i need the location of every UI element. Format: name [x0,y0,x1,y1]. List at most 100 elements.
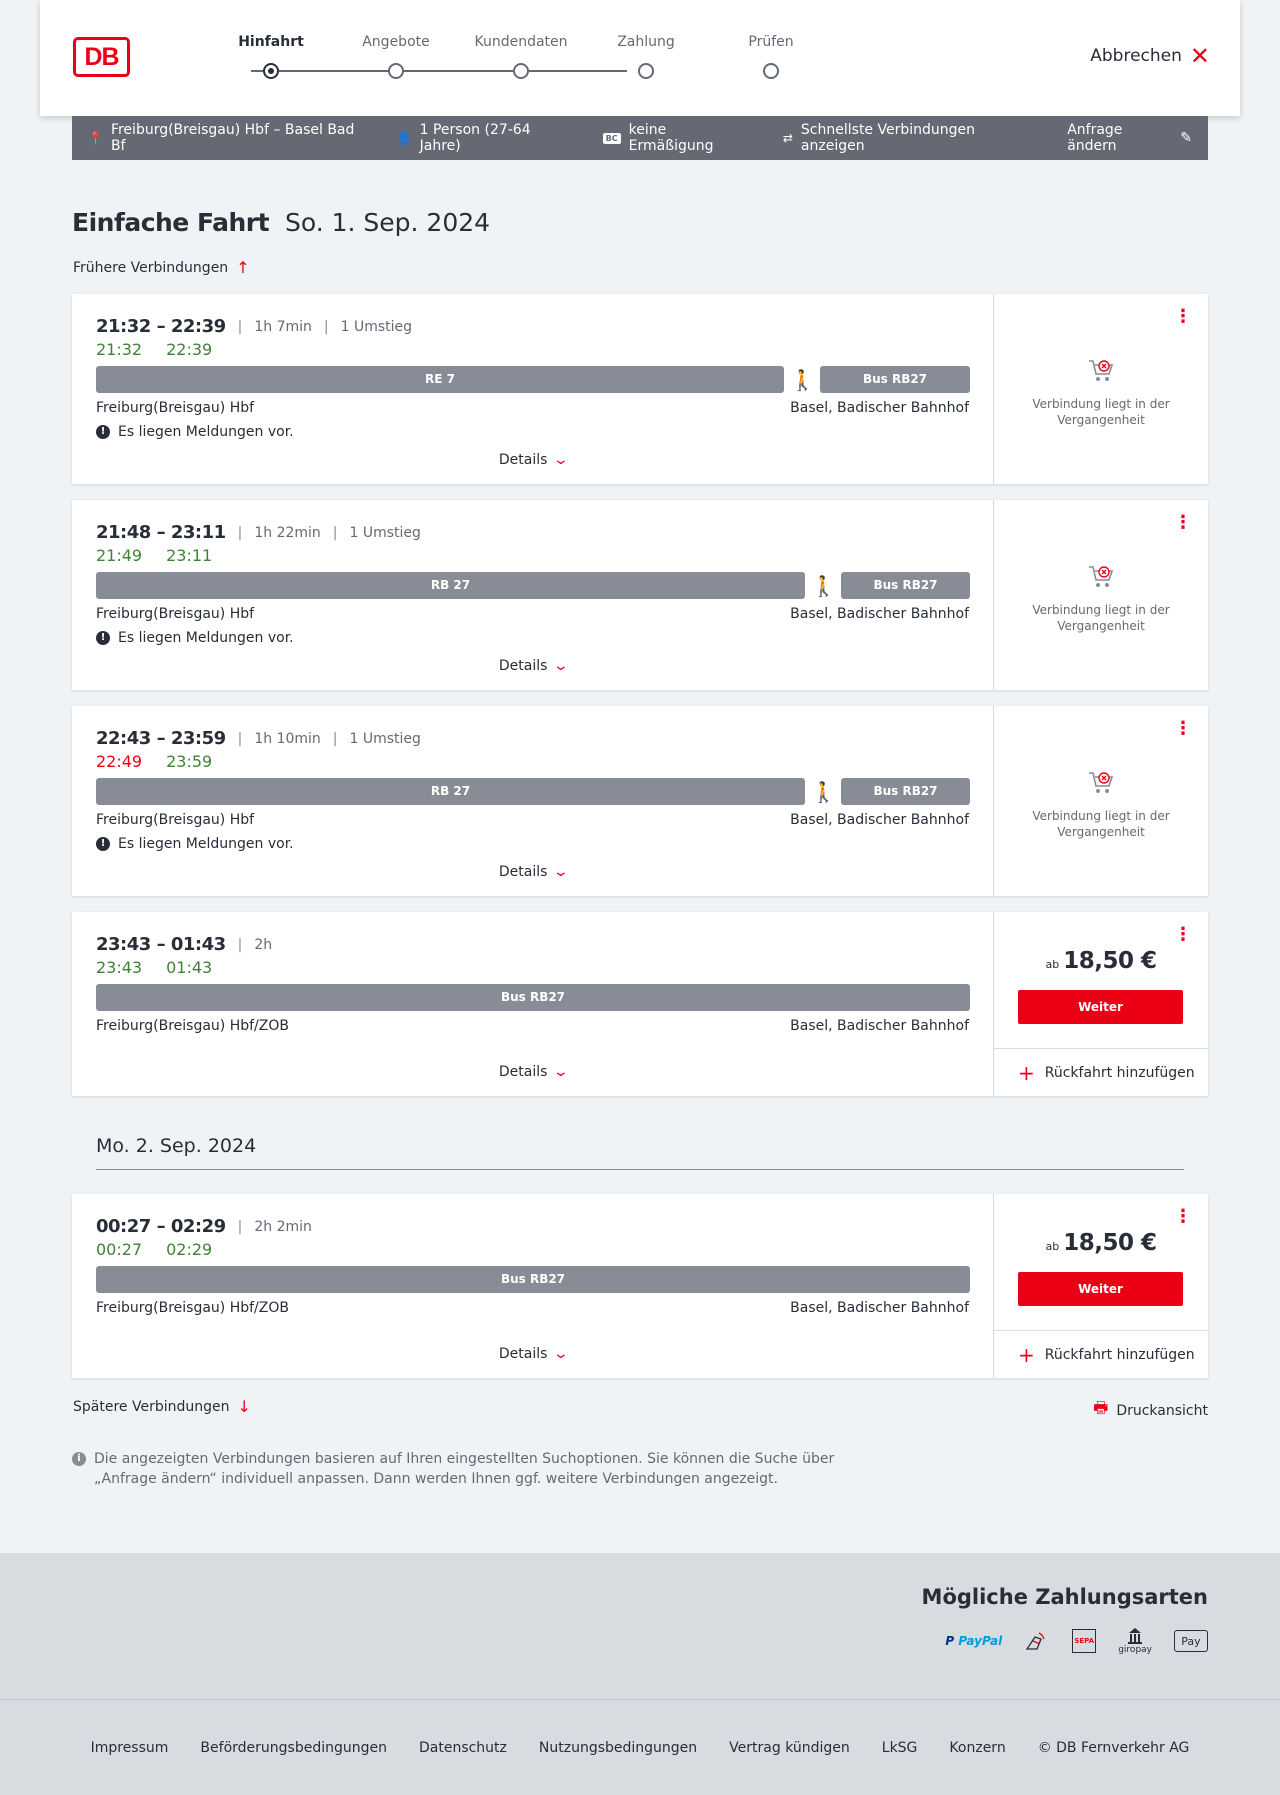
price-prefix: ab [1045,1240,1060,1253]
planned-times: 21:32 – 22:39 [96,316,226,337]
step-dot [388,63,404,79]
db-logo[interactable]: DB [73,37,130,77]
connection-times: 00:27 – 02:29 | 2h 2min [96,1216,312,1237]
continue-button[interactable]: Weiter [1018,990,1183,1024]
connection-main: 21:32 – 22:39 | 1h 7min | 1 Umstieg 21:3… [72,294,994,484]
connection-times: 21:48 – 23:11 | 1h 22min | 1 Umstieg [96,522,421,543]
footer-link-vertrag-kuendigen[interactable]: Vertrag kündigen [729,1740,850,1756]
info-note: i Die angezeigten Verbindungen basieren … [72,1449,852,1489]
later-connections-link[interactable]: Spätere Verbindungen ↓ [73,1397,251,1416]
footer-link-nutzungsbedingungen[interactable]: Nutzungsbedingungen [539,1740,697,1756]
step-dot [763,63,779,79]
alert-icon: ! [96,425,110,439]
step-dot-active [263,63,279,79]
connection-main: 22:43 – 23:59 | 1h 10min | 1 Umstieg 22:… [72,706,994,896]
footer-copyright[interactable]: © DB Fernverkehr AG [1038,1740,1190,1756]
info-icon: i [72,1452,86,1466]
payment-methods-section: Mögliche Zahlungsarten P PayPal SEPA gir… [0,1553,1280,1699]
step-label: Prüfen [748,34,794,50]
bus-segment: Bus RB27 [96,1266,970,1293]
past-connection-notice: Verbindung liegt in der Vergangenheit [994,564,1208,634]
footer-links: Impressum Beförderungsbedingungen Datens… [0,1699,1280,1795]
earlier-connections-link[interactable]: Frühere Verbindungen ↑ [73,258,250,277]
details-toggle[interactable]: Details ⌄ [72,1064,994,1080]
price-amount: 18,50 € [1063,948,1157,974]
connection-card: 00:27 – 02:29 | 2h 2min 00:27 02:29 Bus R… [72,1194,1208,1378]
more-options-icon[interactable]: ⋮ [1174,1208,1192,1226]
details-toggle[interactable]: Details ⌄ [72,864,994,880]
planned-times: 00:27 – 02:29 [96,1216,226,1237]
connection-card: 21:32 – 22:39 | 1h 7min | 1 Umstieg 21:3… [72,294,1208,484]
step-label: Kundendaten [474,34,568,50]
realtime-times: 21:32 22:39 [96,340,236,359]
step-label: Hinfahrt [238,34,304,50]
trip-date: So. 1. Sep. 2024 [284,208,491,237]
edit-request-button[interactable]: Anfrage ändern ✎ [1067,122,1192,154]
realtime-times: 21:49 23:11 [96,546,236,565]
discount-summary: BC keine Ermäßigung [602,122,751,154]
message-notice: ! Es liegen Meldungen vor. [96,836,294,852]
connection-times: 23:43 – 01:43 | 2h [96,934,272,955]
separator: | [332,524,338,541]
cancel-button[interactable]: Abbrechen ✕ [1090,44,1210,68]
more-options-icon[interactable]: ⋮ [1174,926,1192,944]
route-summary: 📍 Freiburg(Breisgau) Hbf – Basel Bad Bf [88,122,365,154]
duration: 2h [254,936,273,953]
realtime-departure-delayed: 22:49 [96,752,143,771]
chevron-down-icon: ⌄ [553,658,570,674]
message-notice: ! Es liegen Meldungen vor. [96,630,294,646]
past-connection-notice: Verbindung liegt in der Vergangenheit [994,770,1208,840]
transfers: 1 Umstieg [340,318,413,335]
print-view-link[interactable]: 🖶 Druckansicht [1093,1397,1208,1424]
details-toggle[interactable]: Details ⌄ [72,452,994,468]
more-options-icon[interactable]: ⋮ [1174,720,1192,738]
separator: | [237,318,243,335]
footer-link-lksg[interactable]: LkSG [882,1740,918,1756]
cart-unavailable-icon [1089,566,1114,587]
connection-side: ⋮ ab 18,50 € Weiter + Rückfahrt hinzufüge… [994,912,1208,1096]
add-return-trip-button[interactable]: + Rückfahrt hinzufügen [994,1330,1208,1378]
price: ab 18,50 € [994,1230,1208,1256]
payment-icons: P PayPal SEPA giropay Pay [945,1627,1208,1655]
details-toggle[interactable]: Details ⌄ [72,658,994,674]
price-prefix: ab [1045,958,1060,971]
separator: | [237,524,243,541]
giropay-icon: giropay [1118,1627,1152,1655]
departure-station: Freiburg(Breisgau) Hbf [96,400,255,416]
more-options-icon[interactable]: ⋮ [1174,308,1192,326]
giropay-label: giropay [1118,1645,1152,1655]
add-return-trip-button[interactable]: + Rückfahrt hinzufügen [994,1048,1208,1096]
travellers-text: 1 Person (27-64 Jahre) [419,122,531,154]
walk-icon: 🚶 [811,574,836,598]
bahncard-icon: BC [602,132,621,144]
cancel-label: Abbrechen [1090,46,1182,66]
arrival-station: Basel, Badischer Bahnhof [790,1018,969,1034]
booking-stepper: Hinfahrt Angebote Kundendaten Zahlung Pr… [211,34,794,84]
plus-icon: + [1018,1342,1035,1367]
add-return-label: Rückfahrt hinzufügen [1044,1346,1195,1363]
departure-station: Freiburg(Breisgau) Hbf [96,606,255,622]
footer-link-konzern[interactable]: Konzern [949,1740,1005,1756]
connection-times: 21:32 – 22:39 | 1h 7min | 1 Umstieg [96,316,412,337]
continue-button[interactable]: Weiter [1018,1272,1183,1306]
realtime-departure: 23:43 [96,958,143,977]
planned-times: 22:43 – 23:59 [96,728,226,749]
footer-link-impressum[interactable]: Impressum [91,1740,169,1756]
trip-type: Einfache Fahrt [72,208,270,237]
option-summary: ⇄ Schnellste Verbindungen anzeigen [783,122,1035,154]
bus-segment: Bus RB27 [820,366,970,393]
departure-station: Freiburg(Breisgau) Hbf/ZOB [96,1018,289,1034]
connection-side: ⋮ Verbindung liegt in der Vergangenheit [994,706,1208,896]
earlier-connections-label: Frühere Verbindungen [73,259,229,276]
footer-link-datenschutz[interactable]: Datenschutz [419,1740,507,1756]
walk-icon: 🚶 [790,368,815,392]
more-options-icon[interactable]: ⋮ [1174,514,1192,532]
alert-icon: ! [96,631,110,645]
details-toggle[interactable]: Details ⌄ [72,1346,994,1362]
separator: | [237,936,243,953]
printer-icon: 🖶 [1093,1398,1109,1417]
bus-segment: Bus RB27 [96,984,970,1011]
transfers: 1 Umstieg [349,730,421,747]
bus-segment: Bus RB27 [841,572,970,599]
footer-link-befoerderungsbedingungen[interactable]: Beförderungsbedingungen [200,1740,387,1756]
